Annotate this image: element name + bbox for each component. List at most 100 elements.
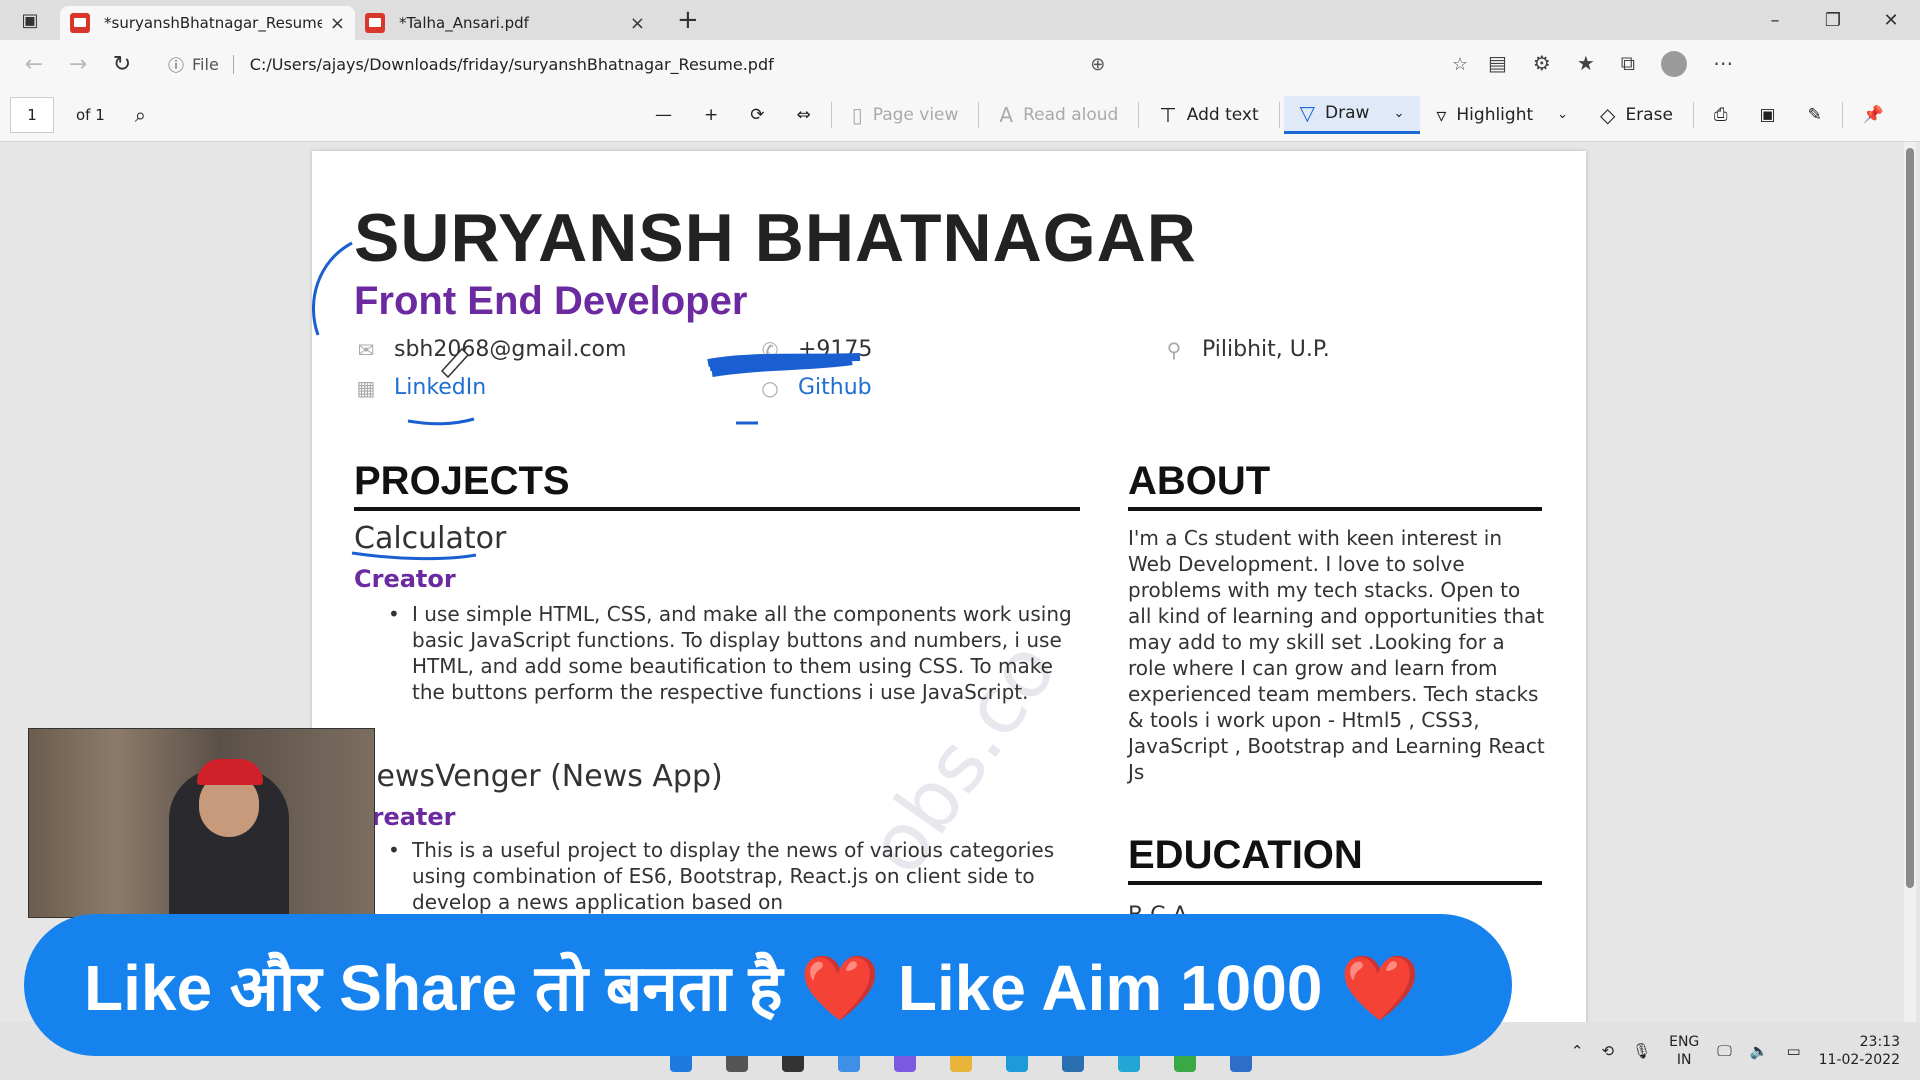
network-icon[interactable]: 🖵 — [1717, 1042, 1731, 1060]
tab-label: *suryanshBhatnagar_Resume.pdf — [104, 14, 322, 32]
avatar[interactable] — [1661, 51, 1688, 77]
github-contact[interactable]: ○ Github — [760, 375, 872, 400]
pin-icon[interactable]: 📌 — [1847, 96, 1900, 134]
close-tab-icon[interactable]: × — [630, 13, 645, 34]
ink-underline — [407, 417, 475, 426]
page-total: of 1 — [76, 105, 105, 124]
email-contact: ✉ sbh2068@gmail.com — [356, 337, 627, 362]
volume-icon[interactable]: 🔈 — [1750, 1042, 1769, 1060]
project-title: Calculator — [354, 521, 507, 556]
search-icon[interactable]: ⌕ — [135, 103, 146, 127]
window-controls: – ❐ ✕ — [1746, 10, 1920, 31]
pdf-page: obs.co SURYANSH BHATNAGAR Front End Deve… — [312, 151, 1586, 1031]
new-tab-button[interactable]: + — [677, 5, 699, 35]
page-view-button[interactable]: ▯ Page view — [836, 96, 975, 134]
language-indicator[interactable]: ENG IN — [1669, 1033, 1699, 1069]
add-text-icon: ⊤ — [1159, 102, 1177, 127]
minimize-icon[interactable]: – — [1746, 10, 1804, 31]
zoom-icon[interactable]: ⊕ — [1090, 54, 1105, 75]
fit-page-icon[interactable]: ⇔ — [780, 96, 826, 134]
refresh-icon[interactable]: ↻ — [100, 52, 144, 77]
chevron-down-icon[interactable]: ⌄ — [1557, 107, 1568, 122]
pdf-tools: — + ⟳ ⇔ ▯ Page view A Read aloud ⊤ Add text… — [639, 95, 1920, 134]
tab-talha[interactable]: *Talha_Ansari.pdf × — [355, 6, 655, 40]
scrollbar[interactable] — [1904, 142, 1916, 1022]
page-number-input[interactable]: 1 — [10, 96, 54, 133]
save-icon[interactable]: ▣ — [1744, 96, 1792, 134]
eraser-icon: ◇ — [1600, 102, 1616, 127]
tab-resume[interactable]: *suryanshBhatnagar_Resume.pdf × — [60, 6, 355, 40]
resume-role: Front End Developer — [354, 279, 748, 323]
scrollbar-thumb[interactable] — [1906, 148, 1914, 888]
address-bar: ← → ↻ ⓘ File C:/Users/ajays/Downloads/fr… — [0, 40, 1920, 88]
chevron-up-icon[interactable]: ⌃ — [1571, 1042, 1584, 1060]
location-pin-icon: ⚲ — [1166, 337, 1182, 362]
email-text: sbh2068@gmail.com — [394, 337, 627, 362]
erase-label: Erase — [1625, 104, 1673, 125]
linkedin-link[interactable]: LinkedIn — [394, 375, 486, 400]
zoom-out-icon[interactable]: — — [639, 96, 688, 134]
reading-view-icon[interactable]: ▤ — [1488, 51, 1507, 77]
close-window-icon[interactable]: ✕ — [1862, 10, 1920, 31]
location-text: Pilibhit, U.P. — [1202, 337, 1330, 362]
tab-strip: ▣ *suryanshBhatnagar_Resume.pdf × *Talha… — [0, 0, 1920, 40]
file-label: File — [192, 54, 234, 74]
print-icon[interactable]: ⎙ — [1698, 96, 1744, 134]
add-text-button[interactable]: ⊤ Add text — [1143, 96, 1274, 134]
highlight-button[interactable]: ▿ Highlight ⌄ — [1420, 96, 1584, 134]
url-field[interactable]: ⓘ File C:/Users/ajays/Downloads/friday/s… — [168, 46, 1468, 82]
phone-icon: ✆ — [761, 337, 779, 362]
education-heading: EDUCATION — [1128, 833, 1363, 877]
phone-text: +9175 — [798, 337, 873, 362]
page-view-label: Page view — [872, 104, 959, 125]
extensions-icon[interactable]: ⚙ — [1533, 51, 1551, 77]
url-text[interactable]: C:/Users/ajays/Downloads/friday/suryansh… — [250, 55, 774, 74]
highlight-label: Highlight — [1456, 104, 1534, 125]
add-favorite-icon[interactable]: ☆ — [1452, 54, 1468, 75]
favorites-icon[interactable]: ★ — [1577, 51, 1595, 77]
education-divider — [1128, 881, 1542, 885]
back-icon[interactable]: ← — [12, 52, 56, 77]
tab-actions-icon[interactable]: ▣ — [0, 0, 60, 40]
restore-icon[interactable]: ❐ — [1804, 10, 1862, 31]
about-heading: ABOUT — [1128, 459, 1271, 503]
clock-time: 23:13 — [1859, 1034, 1900, 1050]
about-divider — [1128, 507, 1542, 511]
draw-button[interactable]: ▽ Draw ⌄ — [1283, 95, 1421, 134]
collections-icon[interactable]: ⧉ — [1621, 51, 1635, 77]
project-role: Creator — [354, 565, 456, 593]
rotate-icon[interactable]: ⟳ — [734, 96, 780, 134]
forward-icon[interactable]: → — [56, 52, 100, 77]
about-text: I'm a Cs student with keen interest in W… — [1128, 526, 1545, 784]
info-icon[interactable]: ⓘ — [168, 52, 184, 76]
project-bullet: This is a useful project to display the … — [388, 837, 1072, 915]
github-link[interactable]: Github — [798, 375, 872, 400]
read-aloud-icon: A — [999, 102, 1014, 127]
mail-icon: ✉ — [357, 337, 375, 362]
location-contact: ⚲ Pilibhit, U.P. — [1164, 337, 1330, 362]
projects-divider — [354, 507, 1080, 511]
add-text-label: Add text — [1186, 104, 1259, 125]
tab-label: *Talha_Ansari.pdf — [399, 14, 529, 32]
more-icon[interactable]: ⋯ — [1713, 51, 1733, 77]
draw-label: Draw — [1325, 103, 1370, 123]
project-title: NewsVenger (News App) — [354, 759, 723, 794]
microphone-icon[interactable]: 🎙 — [1632, 1042, 1651, 1060]
close-tab-icon[interactable]: × — [330, 13, 345, 34]
draw-icon: ▽ — [1299, 101, 1316, 125]
read-aloud-button[interactable]: A Read aloud — [983, 96, 1134, 134]
clock[interactable]: 23:13 11-02-2022 — [1819, 1033, 1900, 1069]
chevron-down-icon[interactable]: ⌄ — [1393, 106, 1404, 121]
erase-button[interactable]: ◇ Erase — [1584, 96, 1689, 134]
linkedin-contact[interactable]: ▦ LinkedIn — [356, 375, 487, 400]
sync-icon[interactable]: ⟲ — [1601, 1042, 1614, 1060]
battery-icon[interactable]: ▭ — [1786, 1042, 1800, 1060]
promo-banner-text: Like और Share तो बनता है ❤️ Like Aim 100… — [84, 951, 1420, 1024]
pdf-toolbar: 1 of 1 ⌕ — + ⟳ ⇔ ▯ Page view A Read aloud … — [0, 88, 1920, 142]
resume-name: SURYANSH BHATNAGAR — [354, 200, 1197, 276]
save-as-icon[interactable]: ✎ — [1792, 96, 1838, 134]
read-aloud-label: Read aloud — [1023, 104, 1119, 125]
promo-banner: Like और Share तो बनता है ❤️ Like Aim 100… — [24, 914, 1512, 1056]
projects-heading: PROJECTS — [354, 459, 570, 503]
zoom-in-icon[interactable]: + — [688, 96, 734, 134]
